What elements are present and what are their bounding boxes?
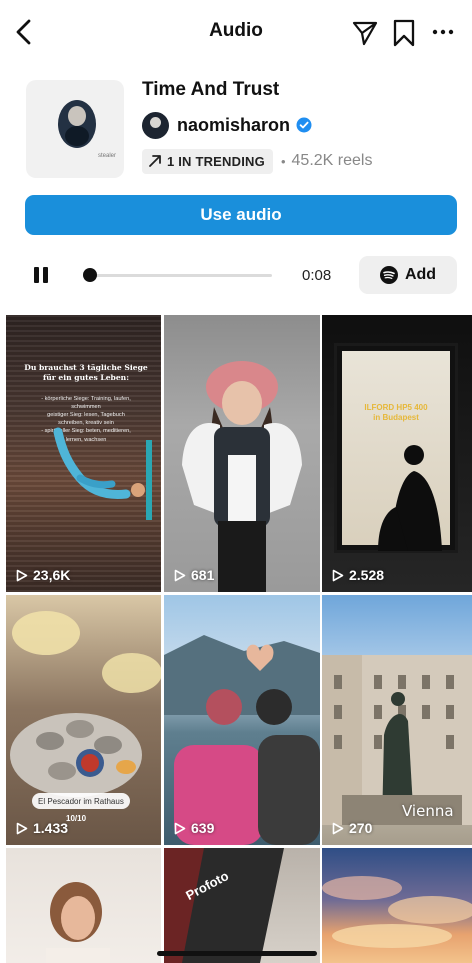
person-in-pink-hat-image bbox=[182, 361, 302, 592]
reel-tile-9[interactable] bbox=[322, 848, 472, 963]
city-label: Vienna bbox=[402, 802, 454, 820]
play-icon bbox=[332, 822, 344, 834]
view-count: 681 bbox=[174, 567, 214, 583]
cover-label: stealer bbox=[97, 153, 116, 159]
reel-tile-1[interactable]: Du brauchst 3 tägliche Siege für ein gut… bbox=[6, 315, 161, 592]
yoga-figure-image bbox=[53, 427, 152, 520]
view-count-value: 23,6K bbox=[33, 567, 71, 583]
location-tag[interactable]: El Pescador im Rathaus bbox=[32, 793, 130, 809]
add-to-spotify-button[interactable]: Add bbox=[359, 256, 457, 294]
audio-player: 0:08 Add bbox=[0, 250, 472, 300]
bookmark-icon[interactable] bbox=[392, 19, 416, 47]
view-count-value: 2.528 bbox=[349, 567, 385, 583]
view-count-value: 1.433 bbox=[33, 820, 69, 836]
view-count-value: 270 bbox=[349, 820, 373, 836]
view-count: 1.433 bbox=[16, 820, 68, 836]
reel-tile-8[interactable]: Profoto bbox=[164, 848, 320, 963]
play-icon bbox=[332, 569, 344, 581]
reels-count: 45.2K reels bbox=[291, 152, 373, 169]
reels-grid: Du brauchst 3 tägliche Siege für ein gut… bbox=[6, 315, 472, 963]
view-count: 2.528 bbox=[332, 567, 384, 583]
view-count: 23,6K bbox=[16, 567, 70, 583]
woman-portrait-image bbox=[46, 882, 110, 963]
pause-icon[interactable] bbox=[34, 267, 48, 283]
sunset-sky-image bbox=[322, 876, 472, 948]
umbrella-image bbox=[164, 848, 284, 963]
slide-counter: 10/10 bbox=[66, 814, 87, 823]
separator-dot: • bbox=[280, 153, 286, 169]
view-count: 270 bbox=[332, 820, 372, 836]
add-label: Add bbox=[404, 266, 437, 283]
playback-time: 0:08 bbox=[302, 267, 332, 284]
reel-tile-3[interactable]: ILFORD HP5 400 in Budapest 2.528 bbox=[322, 315, 472, 592]
trending-badge[interactable]: 1 IN TRENDING bbox=[142, 148, 273, 174]
play-icon bbox=[174, 569, 186, 581]
trending-label: 1 IN TRENDING bbox=[167, 153, 265, 169]
trend-row: 1 IN TRENDING • 45.2K reels bbox=[142, 148, 372, 174]
reel-tile-7[interactable] bbox=[6, 848, 161, 963]
reel-tile-5[interactable]: 639 bbox=[164, 595, 320, 845]
artist-name[interactable]: naomisharon bbox=[177, 115, 290, 136]
play-icon bbox=[16, 569, 28, 581]
artist-row[interactable]: naomisharon bbox=[142, 111, 312, 139]
progress-track[interactable] bbox=[88, 274, 272, 277]
location-tag-text: El Pescador im Rathaus bbox=[38, 796, 124, 806]
send-icon[interactable] bbox=[352, 20, 378, 46]
reel-tile-6[interactable]: Vienna 270 bbox=[322, 595, 472, 845]
more-icon[interactable] bbox=[430, 19, 456, 45]
play-icon bbox=[174, 822, 186, 834]
home-indicator[interactable] bbox=[157, 951, 317, 956]
cover-figure-image bbox=[58, 100, 96, 148]
reel-headline-text: Du brauchst 3 tägliche Siege für ein gut… bbox=[24, 363, 148, 383]
reel-tile-4[interactable]: El Pescador im Rathaus 10/10 1.433 bbox=[6, 595, 161, 845]
view-count-value: 681 bbox=[191, 567, 215, 583]
trending-arrow-icon bbox=[149, 155, 161, 167]
reel-tile-2[interactable]: 681 bbox=[164, 315, 320, 592]
play-icon bbox=[16, 822, 28, 834]
use-audio-button[interactable]: Use audio bbox=[25, 195, 457, 235]
spotify-icon bbox=[379, 266, 398, 284]
audio-cover-art: stealer bbox=[26, 80, 124, 178]
top-bar: Audio bbox=[0, 0, 472, 62]
view-count-value: 639 bbox=[191, 820, 215, 836]
couple-by-lake-image bbox=[164, 635, 320, 845]
back-chevron-icon[interactable] bbox=[12, 18, 36, 46]
track-title: Time And Trust bbox=[142, 79, 280, 100]
artist-avatar[interactable] bbox=[142, 111, 169, 139]
verified-badge-icon bbox=[296, 117, 312, 133]
view-count: 639 bbox=[174, 820, 214, 836]
silhouette-image bbox=[378, 445, 442, 551]
progress-handle[interactable] bbox=[83, 268, 97, 282]
